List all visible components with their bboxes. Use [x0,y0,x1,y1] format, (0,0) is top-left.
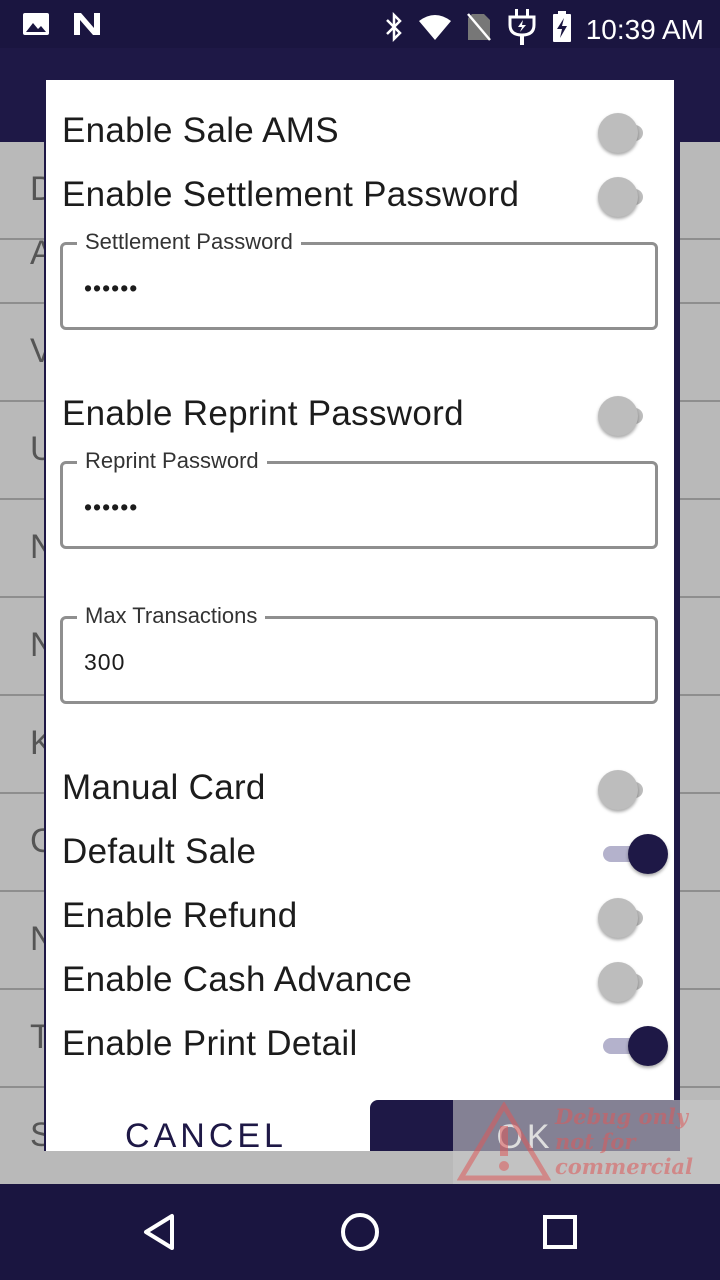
no-sim-icon [466,12,492,47]
back-icon[interactable] [136,1208,184,1256]
warning-icon [457,1102,551,1181]
field-label: Reprint Password [77,448,267,474]
manual-card-switch[interactable] [587,768,657,812]
battery-charging-icon [552,11,572,48]
reprint-password-value[interactable]: •••••• [84,494,138,521]
toggle-row-manual-card[interactable]: Manual Card [62,760,662,820]
toggle-row-settlement-password[interactable]: Enable Settlement Password [62,167,662,227]
recents-icon[interactable] [536,1208,584,1256]
toggle-row-sale-ams[interactable]: Enable Sale AMS [62,103,662,163]
cash-advance-switch[interactable] [587,960,657,1004]
field-label: Max Transactions [77,603,266,629]
toggle-label: Enable Sale AMS [62,111,339,150]
image-icon [22,10,50,43]
print-detail-switch[interactable] [587,1024,668,1068]
n-app-icon [72,10,102,43]
toggle-label: Enable Settlement Password [62,175,520,214]
field-label: Settlement Password [77,229,301,255]
settings-dialog: Enable Sale AMS Enable Settlement Passwo… [44,80,680,1151]
toggle-label: Manual Card [62,768,266,807]
reprint-password-field[interactable]: Reprint Password •••••• [60,448,658,549]
settlement-password-switch[interactable] [587,175,657,219]
toggle-row-print-detail[interactable]: Enable Print Detail [62,1016,668,1076]
reprint-password-switch[interactable] [587,394,657,438]
watermark-text: Debug only not for commercial [555,1104,694,1179]
toggle-label: Enable Reprint Password [62,394,464,433]
refund-switch[interactable] [587,896,657,940]
navigation-bar [0,1184,720,1280]
max-transactions-value[interactable]: 300 [84,649,125,676]
toggle-row-default-sale[interactable]: Default Sale [62,824,668,884]
status-time: 10:39 AM [585,13,704,45]
max-transactions-field[interactable]: Max Transactions 300 [60,603,658,704]
charging-plug-icon [506,7,538,52]
toggle-label: Enable Refund [62,896,298,935]
debug-watermark: Debug only not for commercial [453,1100,720,1184]
toggle-label: Enable Print Detail [62,1024,358,1063]
toggle-row-reprint-password[interactable]: Enable Reprint Password [62,386,662,446]
settlement-password-value[interactable]: •••••• [84,275,138,302]
settlement-password-field[interactable]: Settlement Password •••••• [60,229,658,330]
wifi-icon [418,13,452,46]
home-icon[interactable] [336,1208,384,1256]
status-bar: 10:39 AM [0,0,720,48]
toggle-row-cash-advance[interactable]: Enable Cash Advance [62,952,662,1012]
sale-ams-switch[interactable] [587,111,657,155]
toggle-label: Default Sale [62,832,257,871]
toggle-label: Enable Cash Advance [62,960,413,999]
dialog-content: Enable Sale AMS Enable Settlement Passwo… [46,80,674,1151]
default-sale-switch[interactable] [587,832,668,876]
bluetooth-icon [384,11,404,47]
toggle-row-refund[interactable]: Enable Refund [62,888,662,948]
cancel-button[interactable]: CANCEL [86,1098,326,1151]
